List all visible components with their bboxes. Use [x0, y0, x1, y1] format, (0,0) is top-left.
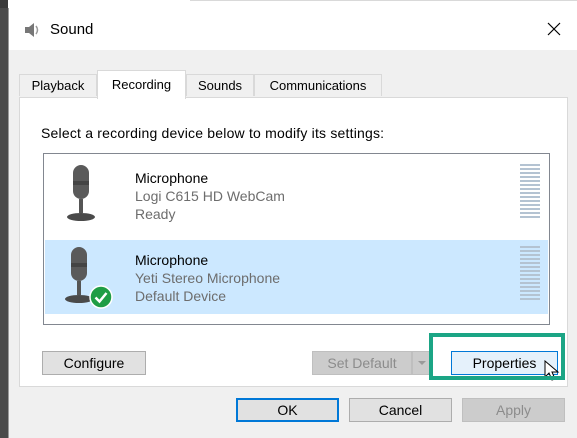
default-check-icon [89, 285, 113, 309]
chevron-down-icon [418, 361, 426, 365]
background-divider [190, 0, 577, 1]
device-status: Default Device [135, 288, 227, 304]
device-list[interactable]: Microphone Logi C615 HD WebCam Ready Mic… [43, 153, 550, 325]
speaker-icon [25, 23, 39, 37]
configure-button[interactable]: Configure [42, 351, 146, 375]
device-status: Ready [135, 206, 176, 222]
level-meter [520, 246, 540, 302]
window-title: Sound [50, 21, 94, 38]
tab-recording[interactable]: Recording [97, 70, 186, 99]
set-default-dropdown[interactable] [412, 351, 432, 375]
device-name: Microphone [135, 252, 209, 268]
tab-sounds[interactable]: Sounds [186, 74, 254, 96]
level-meter [520, 164, 540, 220]
title-bar[interactable]: Sound [9, 8, 577, 50]
apply-button[interactable]: Apply [462, 398, 565, 422]
tab-communications[interactable]: Communications [254, 74, 382, 96]
close-icon [547, 22, 561, 36]
background-window-edge [0, 0, 8, 8]
device-item-webcam-mic[interactable]: Microphone Logi C615 HD WebCam Ready [45, 158, 548, 232]
mouse-cursor-icon [544, 360, 560, 381]
recording-panel: Select a recording device below to modif… [19, 97, 568, 387]
set-default-button[interactable]: Set Default [312, 351, 412, 375]
tab-playback[interactable]: Playback [19, 74, 97, 96]
device-item-yeti-mic[interactable]: Microphone Yeti Stereo Microphone Defaul… [45, 240, 548, 314]
device-description: Logi C615 HD WebCam [135, 188, 285, 204]
close-button[interactable] [531, 8, 577, 50]
cancel-button[interactable]: Cancel [349, 398, 452, 422]
device-description: Yeti Stereo Microphone [135, 270, 281, 286]
background-window-frame [0, 8, 8, 438]
device-name: Microphone [135, 170, 209, 186]
ok-button[interactable]: OK [236, 398, 339, 422]
properties-button[interactable]: Properties [451, 351, 558, 375]
background-strip [0, 0, 577, 8]
sound-dialog: Sound Playback Recording Sounds Communic… [8, 8, 577, 438]
instruction-text: Select a recording device below to modif… [41, 125, 385, 141]
microphone-icon [67, 165, 95, 221]
